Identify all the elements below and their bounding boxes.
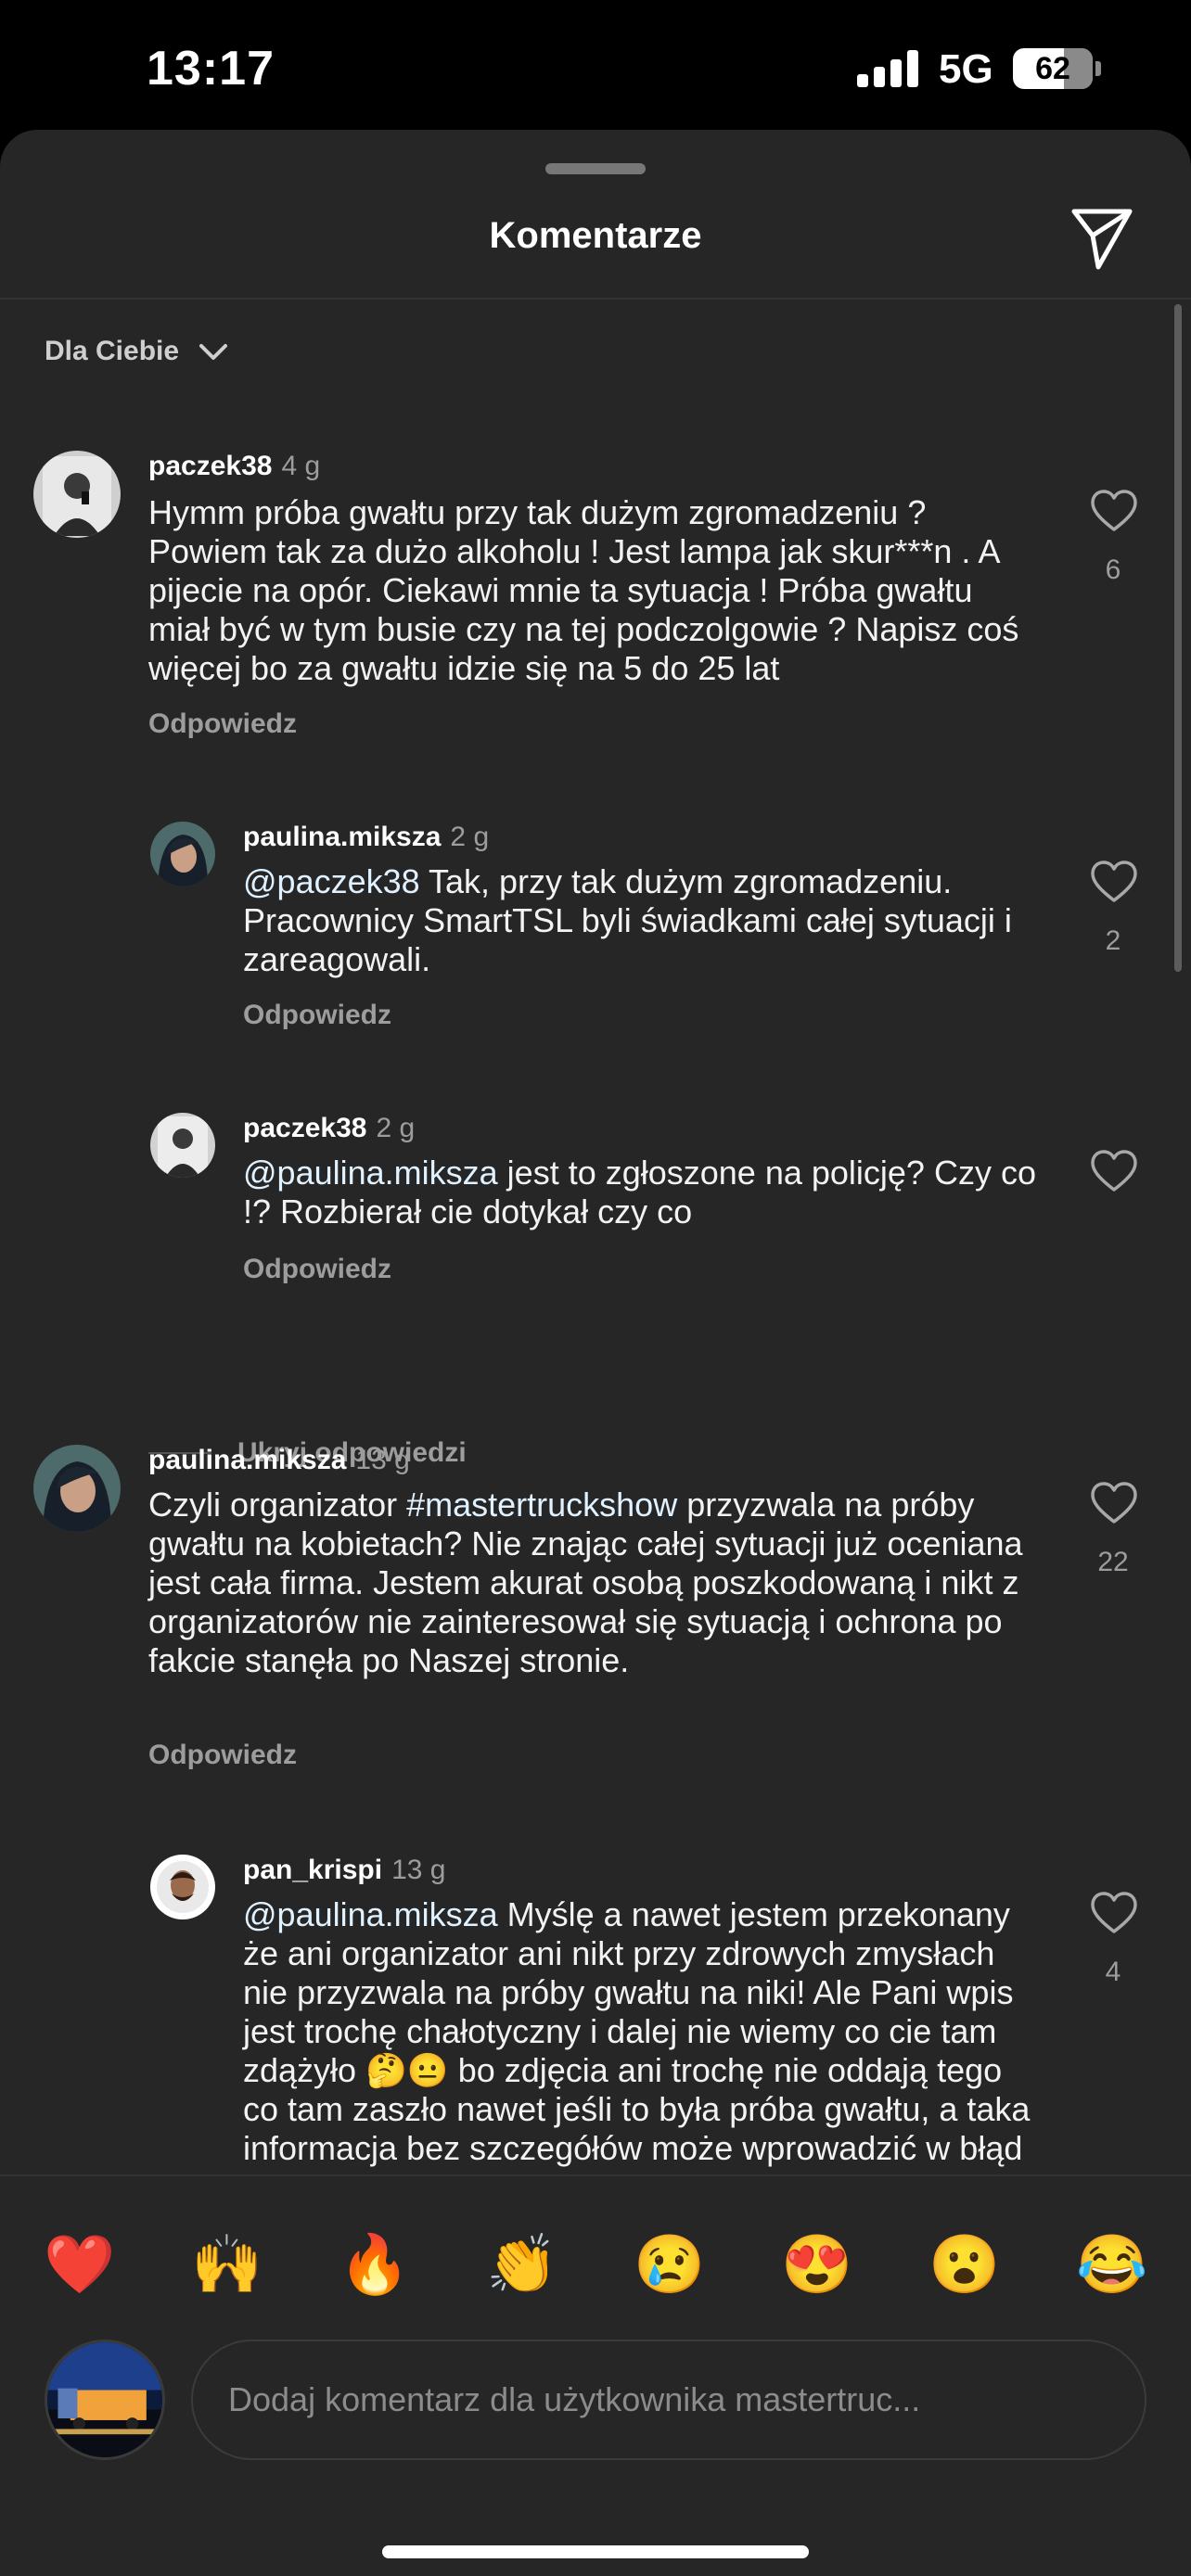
scrollbar[interactable]: [1174, 304, 1182, 972]
comment-body: Myślę a nawet jestem przekonany że ani o…: [243, 1895, 1031, 2167]
filter-dropdown[interactable]: Dla Ciebie: [45, 334, 231, 369]
comment-username[interactable]: paulina.miksza: [243, 822, 441, 852]
avatar[interactable]: [33, 451, 121, 538]
emoji-heart-eyes-button[interactable]: 😍: [771, 2219, 864, 2312]
hashtag-link[interactable]: #mastertruckshow: [406, 1486, 677, 1524]
emoji-heart-button[interactable]: ❤️: [33, 2219, 126, 2312]
like-count: 4: [1105, 1957, 1121, 1987]
user-avatar[interactable]: [45, 2340, 165, 2460]
comment-text: Czyli organizator #mastertruckshow przyz…: [148, 1486, 1039, 1680]
comment-username[interactable]: paulina.miksza: [148, 1445, 346, 1475]
emoji-fire-button[interactable]: 🔥: [328, 2219, 421, 2312]
comment-body-start: Czyli organizator: [148, 1486, 407, 1524]
comment-time: 2 g: [450, 822, 490, 852]
header-divider: [0, 298, 1191, 300]
comment-username[interactable]: paczek38: [243, 1113, 366, 1143]
comment-time: 13 g: [355, 1445, 410, 1475]
comment-text: @paczek38 Tak, przy tak dużym zgromadzen…: [243, 862, 1022, 979]
comment-meta: paczek38 2 g: [243, 1113, 415, 1144]
mention-link[interactable]: @paulina.miksza: [243, 1895, 498, 1933]
comment-meta: paulina.miksza 13 g: [148, 1445, 410, 1476]
heart-icon[interactable]: [1089, 1148, 1139, 1194]
sheet-grabber[interactable]: [545, 163, 646, 174]
like-count: 2: [1105, 925, 1121, 956]
comment-composer: ❤️ 🙌 🔥 👏 😢 😍 😮 😂: [0, 2174, 1191, 2576]
comment-text: Hymm próba gwałtu przy tak dużym zgromad…: [148, 493, 1019, 687]
avatar[interactable]: [150, 1113, 215, 1178]
emoji-clap-button[interactable]: 👏: [476, 2219, 569, 2312]
emoji-reaction-bar: ❤️ 🙌 🔥 👏 😢 😍 😮 😂: [0, 2219, 1191, 2312]
comment-input[interactable]: [191, 2340, 1146, 2460]
battery-level: 62: [1035, 50, 1070, 86]
filter-label: Dla Ciebie: [45, 336, 180, 366]
like-count: 22: [1097, 1547, 1129, 1577]
reply-button[interactable]: Odpowiedz: [243, 1000, 391, 1031]
network-type: 5G: [939, 46, 993, 92]
comment-username[interactable]: pan_krispi: [243, 1855, 382, 1885]
comment-text: @paulina.miksza jest to zgłoszone na pol…: [243, 1154, 1041, 1231]
status-bar: 13:17 5G 62: [0, 0, 1191, 130]
comment-time: 2 g: [376, 1113, 416, 1143]
emoji-surprised-button[interactable]: 😮: [918, 2219, 1011, 2312]
status-time: 13:17: [147, 42, 275, 96]
comment-username[interactable]: paczek38: [148, 451, 272, 481]
avatar[interactable]: [33, 1445, 121, 1532]
share-icon[interactable]: [1067, 202, 1137, 273]
chevron-down-icon: [199, 344, 228, 360]
heart-icon[interactable]: [1089, 488, 1139, 534]
comment-time: 13 g: [391, 1855, 446, 1885]
battery-icon: 62: [1013, 48, 1093, 89]
reply-button[interactable]: Odpowiedz: [243, 1254, 391, 1285]
heart-icon[interactable]: [1089, 1480, 1139, 1526]
sheet-title: Komentarze: [489, 215, 702, 256]
comment-text: @paulina.miksza Myślę a nawet jestem prz…: [243, 1895, 1041, 2168]
heart-icon[interactable]: [1089, 859, 1139, 905]
emoji-crying-button[interactable]: 😢: [623, 2219, 716, 2312]
mention-link[interactable]: @paulina.miksza: [243, 1154, 498, 1192]
battery-tip: [1095, 61, 1101, 76]
emoji-raised-hands-button[interactable]: 🙌: [181, 2219, 274, 2312]
comment-meta: pan_krispi 13 g: [243, 1855, 445, 1886]
avatar[interactable]: [150, 1855, 215, 1919]
like-count: 6: [1105, 555, 1121, 585]
comment-time: 4 g: [281, 451, 321, 481]
reply-button[interactable]: Odpowiedz: [148, 708, 297, 740]
comment-meta: paulina.miksza 2 g: [243, 822, 489, 853]
heart-icon[interactable]: [1089, 1890, 1139, 1936]
mention-link[interactable]: @paczek38: [243, 862, 420, 900]
home-indicator[interactable]: [382, 2545, 809, 2558]
signal-icon: [857, 50, 920, 87]
reply-button[interactable]: Odpowiedz: [148, 1740, 297, 1771]
comment-meta: paczek38 4 g: [148, 451, 320, 482]
emoji-laughing-button[interactable]: 😂: [1066, 2219, 1159, 2312]
avatar[interactable]: [150, 822, 215, 886]
